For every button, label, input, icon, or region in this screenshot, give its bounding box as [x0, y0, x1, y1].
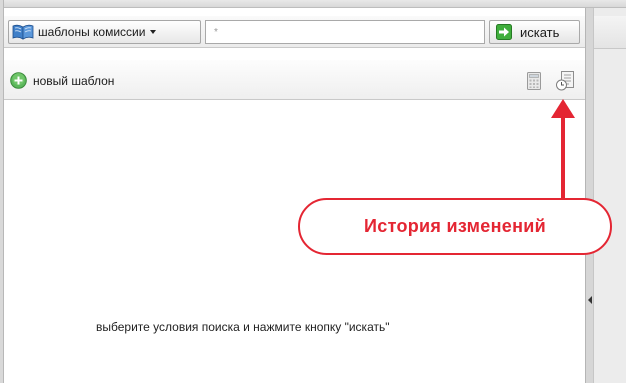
search-button[interactable]: искать	[489, 20, 580, 44]
search-type-select[interactable]: шаблоны комиссии	[8, 20, 201, 44]
panel-splitter[interactable]	[585, 8, 594, 383]
search-button-label: искать	[520, 24, 560, 40]
arrow-right-icon	[496, 24, 512, 40]
empty-state-message: выберите условия поиска и нажмите кнопку…	[96, 320, 390, 334]
calculator-icon[interactable]	[527, 72, 541, 90]
chevron-down-icon	[150, 30, 157, 34]
book-icon	[12, 24, 34, 40]
annotation-callout: История изменений	[298, 198, 612, 255]
annotation-callout-text: История изменений	[364, 216, 546, 236]
window-top-border	[0, 0, 626, 8]
right-panel-toolbar	[594, 16, 626, 49]
history-icon[interactable]	[555, 70, 577, 92]
plus-circle-icon	[10, 72, 27, 89]
search-type-label: шаблоны комиссии	[38, 25, 146, 39]
window-left-border	[0, 0, 4, 383]
new-template-button[interactable]: новый шаблон	[10, 72, 114, 89]
search-input[interactable]	[205, 20, 485, 44]
annotation-arrow-head	[551, 99, 575, 118]
collapse-arrow-icon[interactable]	[588, 296, 592, 304]
new-template-label: новый шаблон	[33, 73, 115, 88]
annotation-arrow-shaft	[561, 115, 565, 200]
